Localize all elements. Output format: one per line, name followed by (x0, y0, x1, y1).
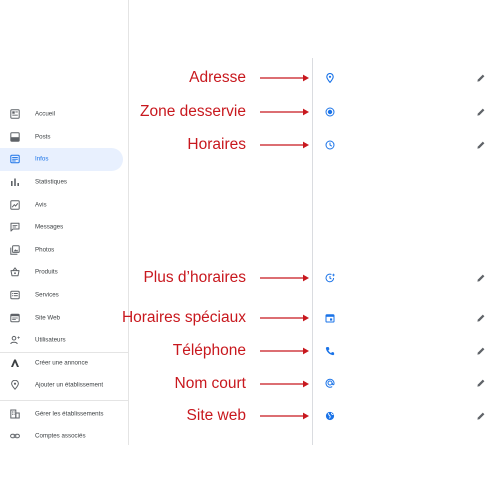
more-hours-row (313, 268, 493, 288)
add-location-button[interactable]: Ajouter un établissement (0, 374, 128, 396)
hours-row (313, 135, 493, 155)
annotation-arrow (260, 380, 309, 388)
sidebar-item-label: Statistiques (35, 178, 67, 186)
sidebar-item-statistiques[interactable]: Statistiques (0, 171, 128, 194)
sidebar-item-messages[interactable]: Messages (0, 216, 128, 239)
edit-service-area-button[interactable] (476, 107, 486, 117)
sidebar-item-posts[interactable]: Posts (0, 126, 128, 149)
edit-phone-button[interactable] (476, 346, 486, 356)
sidebar-item-utilisateurs[interactable]: Utilisateurs (0, 329, 128, 352)
annotation-arrow (260, 108, 309, 116)
annotation-arrow (260, 314, 309, 322)
annotation-label-website: Site web (186, 407, 246, 424)
sidebar-nav: Accueil Posts Infos Statistiques Avis Me… (0, 103, 128, 352)
address-row (313, 68, 493, 88)
edit-website-button[interactable] (476, 411, 486, 421)
sidebar-item-site-web[interactable]: Site Web (0, 306, 128, 329)
sidebar-item-label: Infos (35, 155, 49, 163)
sidebar-item-accueil[interactable]: Accueil (0, 103, 128, 126)
sidebar-divider (0, 400, 128, 401)
special-hours-row (313, 308, 493, 328)
sidebar-item-label: Services (35, 291, 59, 299)
create-ad-button[interactable]: Créer une annonce (0, 352, 128, 374)
website-row (313, 406, 493, 426)
more-hours-icon (325, 273, 335, 283)
phone-row (313, 341, 493, 361)
users-icon (10, 336, 20, 345)
annotation-arrow (260, 274, 309, 282)
annotation-label-phone: Téléphone (172, 342, 246, 359)
sidebar-item-label: Accueil (35, 110, 55, 118)
action-label: Gérer les établissements (35, 410, 104, 418)
action-label: Ajouter un établissement (35, 381, 104, 389)
globe-icon (325, 411, 335, 421)
ads-icon (11, 359, 19, 367)
sidebar-item-label: Avis (35, 201, 47, 209)
products-icon (10, 267, 20, 277)
edit-special-hours-button[interactable] (476, 313, 486, 323)
action-label: Créer une annonce (35, 359, 88, 367)
sidebar: Accueil Posts Infos Statistiques Avis Me… (0, 0, 129, 445)
sidebar-item-label: Site Web (35, 314, 60, 322)
annotation-label-address: Adresse (189, 69, 246, 86)
sidebar-item-label: Produits (35, 268, 58, 276)
linked-accounts-button[interactable]: Comptes associés (0, 425, 128, 447)
sidebar-item-services[interactable]: Services (0, 284, 128, 307)
action-label: Comptes associés (35, 432, 86, 440)
sidebar-item-avis[interactable]: Avis (0, 193, 128, 216)
sidebar-item-label: Photos (35, 246, 55, 254)
annotation-arrow (260, 74, 309, 82)
messages-icon (10, 222, 20, 232)
service-area-row (313, 102, 493, 122)
annotation-label-more-hours: Plus d’horaires (143, 269, 246, 286)
edit-short-name-button[interactable] (476, 378, 486, 388)
linked-accounts-icon (10, 433, 20, 439)
posts-icon (10, 132, 20, 142)
sidebar-item-label: Utilisateurs (35, 336, 66, 344)
annotation-label-hours: Horaires (187, 136, 246, 153)
edit-address-button[interactable] (476, 73, 486, 83)
manage-locations-icon (10, 409, 20, 419)
annotation-label-service-area: Zone desservie (140, 103, 246, 120)
manage-locations-button[interactable]: Gérer les établissements (0, 403, 128, 425)
at-sign-icon (325, 378, 335, 388)
sidebar-item-label: Messages (35, 223, 64, 231)
annotation-arrow (260, 141, 309, 149)
info-icon (10, 155, 20, 164)
sidebar-item-photos[interactable]: Photos (0, 239, 128, 262)
services-icon (10, 290, 20, 300)
phone-icon (325, 347, 335, 356)
reviews-icon (10, 199, 20, 210)
website-icon (10, 313, 20, 322)
calendar-icon (325, 314, 335, 323)
clock-icon (325, 140, 335, 150)
sidebar-item-label: Posts (35, 133, 51, 141)
photos-icon (10, 245, 20, 255)
short-name-row (313, 373, 493, 393)
annotation-arrow (260, 412, 309, 420)
edit-more-hours-button[interactable] (476, 273, 486, 283)
stats-icon (11, 178, 19, 187)
location-pin-icon (326, 73, 334, 83)
annotation-label-special-hours: Horaires spéciaux (121, 309, 246, 326)
sidebar-item-infos[interactable]: Infos (0, 148, 123, 171)
service-area-icon (325, 107, 335, 117)
info-panel (312, 58, 500, 445)
annotation-arrow (260, 347, 309, 355)
home-icon (10, 109, 20, 119)
add-location-icon (11, 380, 19, 390)
edit-hours-button[interactable] (476, 140, 486, 150)
sidebar-item-produits[interactable]: Produits (0, 261, 128, 284)
annotation-label-short-name: Nom court (174, 375, 247, 392)
